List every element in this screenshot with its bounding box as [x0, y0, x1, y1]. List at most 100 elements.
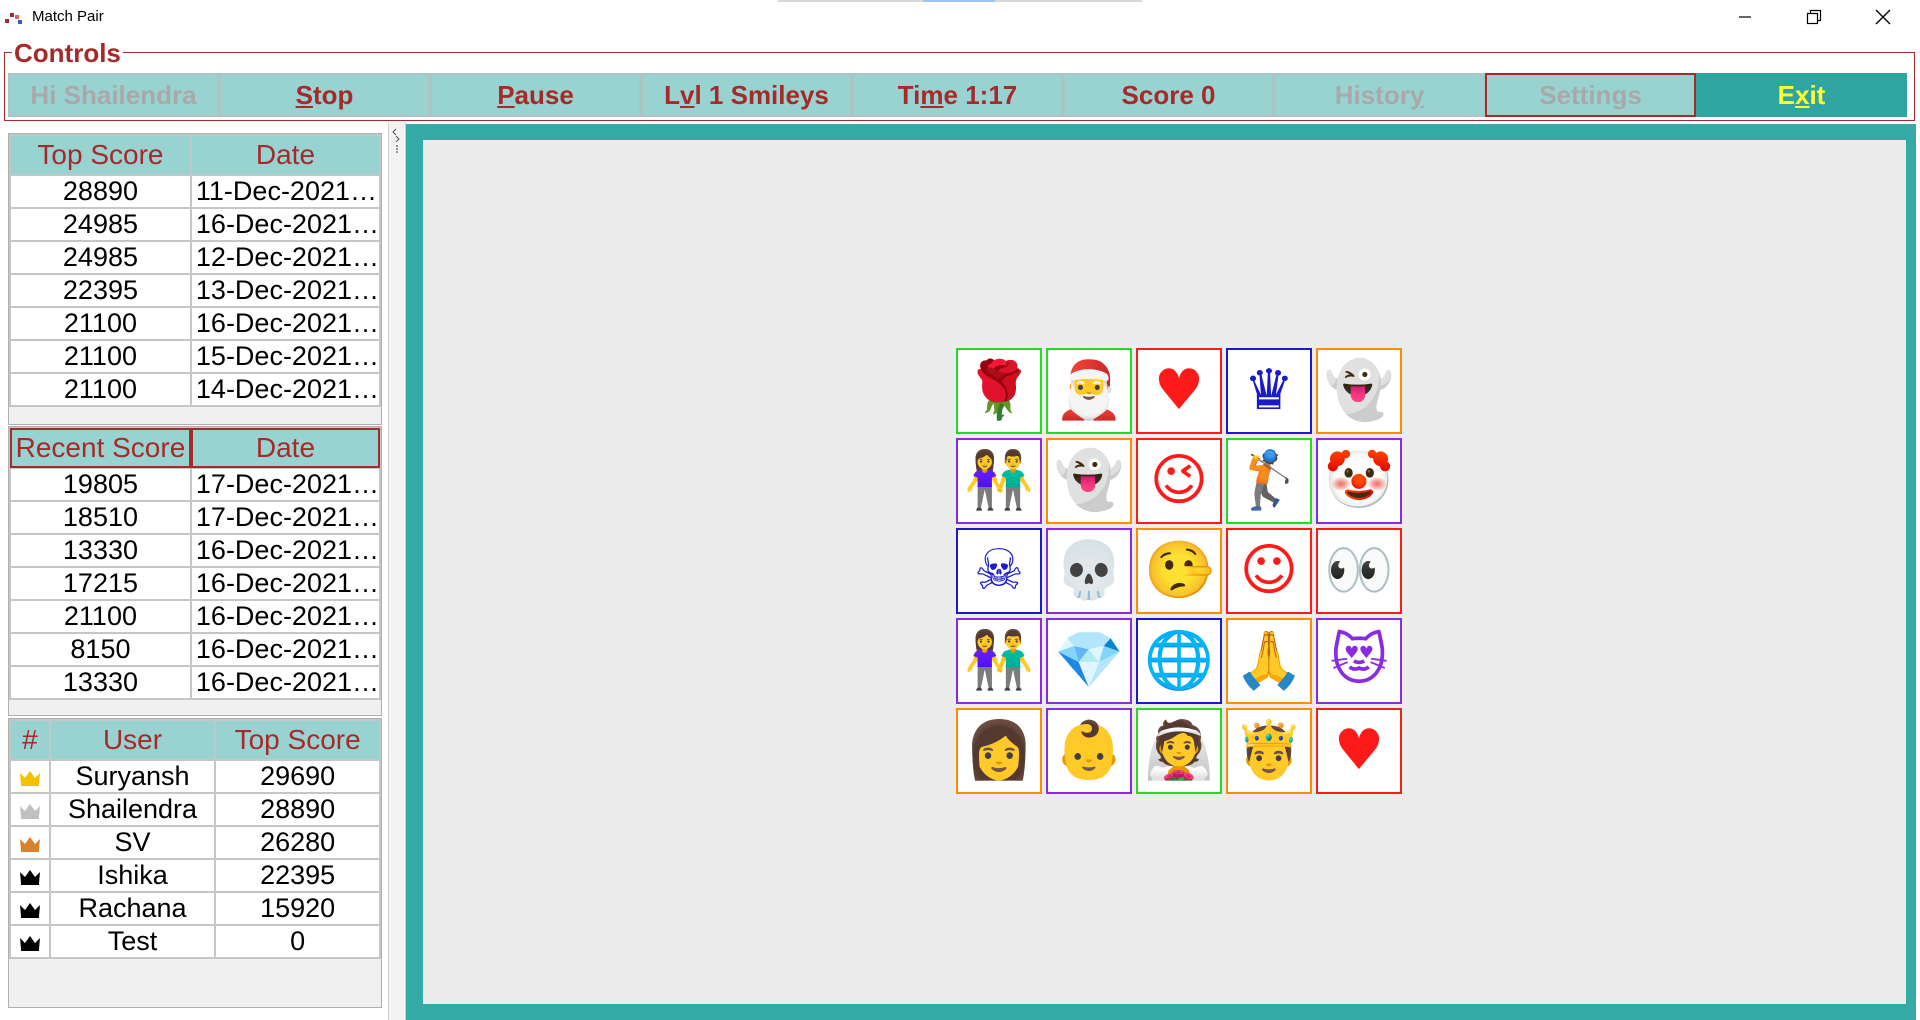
table-row[interactable]: Test 0 [9, 924, 381, 959]
table-row[interactable]: 28890 11-Dec-2021… [9, 174, 382, 209]
score-cell: 21100 [9, 372, 192, 407]
column-header-top-score[interactable]: Top Score [214, 719, 381, 761]
tile-ghost-icon[interactable]: 👻 [1316, 348, 1402, 434]
tile-heart-icon[interactable]: ♥ [1136, 348, 1222, 434]
score-cell: 24985 [9, 240, 192, 275]
panel-splitter[interactable] [388, 122, 406, 1020]
score-cell: 19805 [9, 467, 192, 502]
table-row[interactable]: 24985 16-Dec-2021… [9, 207, 382, 242]
black-crown-icon [19, 935, 40, 951]
history-button[interactable]: Histor y [1274, 73, 1485, 117]
tile-bride-icon[interactable]: 👰 [1136, 708, 1222, 794]
table-row[interactable]: Ishika 22395 [9, 858, 381, 893]
user-cell: Ishika [48, 858, 217, 893]
tile-skull-icon[interactable]: 💀 [1046, 528, 1132, 614]
tile-santa-icon[interactable]: 🎅 [1046, 348, 1132, 434]
clown-icon: 🤡 [1324, 448, 1394, 513]
table-row[interactable]: 13330 16-Dec-2021… [9, 533, 382, 568]
window-title: Match Pair [32, 8, 104, 25]
leaderboard-table[interactable]: # User Top Score Suryansh 29690 Shailendr… [9, 719, 381, 959]
stop-button[interactable]: Stop [219, 73, 430, 117]
globe-icon: 🌐 [1144, 628, 1214, 693]
column-header-recent-score[interactable]: Recent Score [9, 427, 192, 469]
table-row[interactable]: Shailendra 28890 [9, 792, 381, 827]
table-row[interactable]: 21100 16-Dec-2021… [9, 306, 382, 341]
lying-face-icon: 🤥 [1144, 538, 1214, 603]
pause-button[interactable]: Pause [430, 73, 641, 117]
table-row[interactable]: Rachana 15920 [9, 891, 381, 926]
column-header-user[interactable]: User [48, 719, 217, 761]
tile-winking-face-icon[interactable]: 😉 [1136, 438, 1222, 524]
game-board-frame: 🌹 🎅 ♥ ♛ 👻 👫 👻 😉 🏌 🤡 ☠ 💀 🤥 ☺ 👀 👫 💎 🌐 🙏 😻 👩 👶 👰 🤴 ♥ [406, 124, 1916, 1020]
score-cell: 21100 [9, 339, 192, 374]
tile-golfer-icon[interactable]: 🏌 [1226, 438, 1312, 524]
tile-skull-crossbones-icon[interactable]: ☠ [956, 528, 1042, 614]
top-scores-table[interactable]: Top Score Date 28890 11-Dec-2021… 24985 16… [9, 134, 382, 407]
tile-couple-icon[interactable]: 👫 [956, 438, 1042, 524]
column-header-rank[interactable]: # [9, 719, 51, 761]
column-header-top-score[interactable]: Top Score [9, 134, 192, 176]
pause-label-mnemonic: P [497, 79, 515, 110]
score-cell: 21100 [9, 306, 192, 341]
tile-cat-heart-eyes-icon[interactable]: 😻 [1316, 618, 1402, 704]
tile-eyes-icon[interactable]: 👀 [1316, 528, 1402, 614]
time-button[interactable]: Ti m e 1:17 [852, 73, 1063, 117]
tile-crown-icon[interactable]: ♛ [1226, 348, 1312, 434]
table-row[interactable]: 17215 16-Dec-2021… [9, 566, 382, 601]
date-cell: 12-Dec-2021… [189, 240, 382, 275]
tile-praying-person-icon[interactable]: 🙏 [1226, 618, 1312, 704]
score-cell: 26280 [214, 825, 381, 860]
table-row[interactable]: 19805 17-Dec-2021… [9, 467, 382, 502]
table-row[interactable]: 21100 14-Dec-2021… [9, 372, 382, 407]
close-icon [1875, 9, 1891, 25]
tile-couple-icon[interactable]: 👫 [956, 618, 1042, 704]
table-row[interactable]: 24985 12-Dec-2021… [9, 240, 382, 275]
date-cell: 11-Dec-2021… [189, 174, 382, 209]
tile-gem-icon[interactable]: 💎 [1046, 618, 1132, 704]
tile-prince-icon[interactable]: 🤴 [1226, 708, 1312, 794]
table-row[interactable]: Suryansh 29690 [9, 759, 381, 794]
controls-bar: Hi Shailendra Stop Pause Lvl 1 Smileys T… [8, 73, 1911, 117]
bride-icon: 👰 [1144, 718, 1214, 783]
splitter-grip-icon [392, 128, 400, 153]
exit-label-pre: E [1777, 79, 1795, 110]
tile-baby-icon[interactable]: 👶 [1046, 708, 1132, 794]
pause-label-post: ause [514, 79, 574, 110]
exit-button[interactable]: Ex it [1696, 73, 1907, 117]
table-row[interactable]: 18510 17-Dec-2021… [9, 500, 382, 535]
title-bar-indicator-active [923, 0, 995, 2]
tile-globe-icon[interactable]: 🌐 [1136, 618, 1222, 704]
score-cell: 29690 [214, 759, 381, 794]
score-cell: 13330 [9, 533, 192, 568]
tile-ghost-icon[interactable]: 👻 [1046, 438, 1132, 524]
tile-woman-icon[interactable]: 👩 [956, 708, 1042, 794]
tile-rose-icon[interactable]: 🌹 [956, 348, 1042, 434]
restore-button[interactable] [1779, 0, 1849, 34]
controls-legend: Controls [12, 38, 123, 69]
tile-clown-icon[interactable]: 🤡 [1316, 438, 1402, 524]
table-row[interactable]: 22395 13-Dec-2021… [9, 273, 382, 308]
settings-button[interactable]: Settin g s [1485, 73, 1696, 117]
level-button[interactable]: Lvl 1 Smileys [641, 73, 852, 117]
tile-heart-icon[interactable]: ♥ [1316, 708, 1402, 794]
game-board: 🌹 🎅 ♥ ♛ 👻 👫 👻 😉 🏌 🤡 ☠ 💀 🤥 ☺ 👀 👫 💎 🌐 🙏 😻 👩 👶 👰 🤴 ♥ [423, 140, 1906, 1004]
santa-icon: 🎅 [1054, 358, 1124, 423]
table-row[interactable]: 21100 15-Dec-2021… [9, 339, 382, 374]
user-cell: Shailendra [48, 792, 217, 827]
tile-lying-face-icon[interactable]: 🤥 [1136, 528, 1222, 614]
score-cell: 22395 [9, 273, 192, 308]
minimize-button[interactable] [1710, 0, 1780, 34]
column-header-date[interactable]: Date [189, 134, 382, 176]
recent-scores-table[interactable]: Recent Score Date 19805 17-Dec-2021… 1851… [9, 427, 382, 700]
table-row[interactable]: 21100 16-Dec-2021… [9, 599, 382, 634]
level-label-pre: L [664, 79, 680, 110]
time-label-mnemonic: m [920, 79, 944, 110]
title-bar: Match Pair [0, 0, 1920, 34]
close-button[interactable] [1848, 0, 1918, 34]
tile-smiling-face-icon[interactable]: ☺ [1226, 528, 1312, 614]
table-row[interactable]: 13330 16-Dec-2021… [9, 665, 382, 700]
score-cell: 15920 [214, 891, 381, 926]
column-header-date[interactable]: Date [189, 427, 382, 469]
table-row[interactable]: 8150 16-Dec-2021… [9, 632, 382, 667]
table-row[interactable]: SV 26280 [9, 825, 381, 860]
